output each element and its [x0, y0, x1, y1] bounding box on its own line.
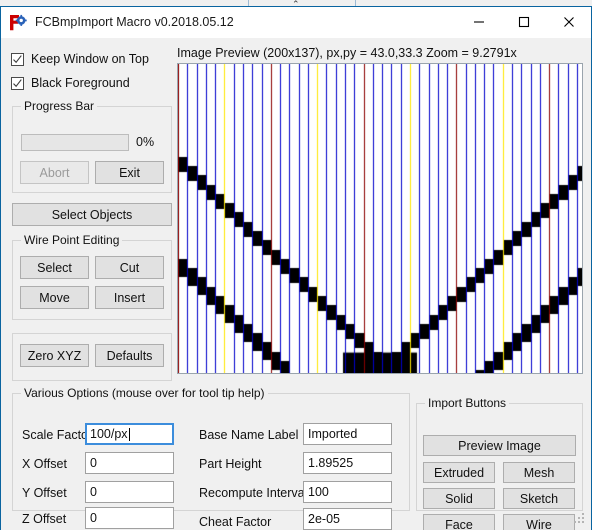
face-button[interactable]: Face [423, 514, 495, 530]
cheat-factor-value: 2e-05 [308, 512, 340, 526]
part-height-value: 1.89525 [308, 456, 354, 470]
recompute-interval-input[interactable]: 100 [303, 481, 392, 503]
wire-move-button[interactable]: Move [20, 286, 89, 309]
z-offset-input[interactable]: 0 [85, 507, 174, 529]
defaults-button[interactable]: Defaults [95, 344, 164, 367]
cheat-factor-input[interactable]: 2e-05 [303, 508, 392, 530]
caption-button-group [456, 7, 591, 37]
checkbox-label: Keep Window on Top [31, 52, 149, 66]
scale-factor-input[interactable]: 100/px [85, 423, 174, 445]
progress-group-title: Progress Bar [21, 99, 98, 113]
zero-xyz-button[interactable]: Zero XYZ [20, 344, 89, 367]
exit-button[interactable]: Exit [95, 161, 164, 184]
mesh-button[interactable]: Mesh [503, 462, 575, 483]
preview-image-button[interactable]: Preview Image [423, 435, 576, 456]
x-offset-value: 0 [90, 456, 97, 470]
label-x-offset: X Offset [22, 457, 67, 471]
close-button[interactable] [546, 7, 591, 37]
label-cheat-factor: Cheat Factor [199, 515, 272, 529]
label-recompute-interval: Recompute Interval [199, 486, 308, 500]
minimize-button[interactable] [456, 7, 501, 37]
select-objects-button[interactable]: Select Objects [12, 203, 172, 226]
image-preview-header: Image Preview (200x137), px,py = 43.0,33… [177, 46, 517, 60]
sketch-button[interactable]: Sketch [503, 488, 575, 509]
checkbox-black-foreground[interactable]: Black Foreground [11, 76, 130, 90]
app-window: FCBmpImport Macro v0.2018.05.12 Keep Win… [0, 6, 592, 530]
wire-select-button[interactable]: Select [20, 256, 89, 279]
extruded-button[interactable]: Extruded [423, 462, 495, 483]
label-scale-factor: Scale Factor [22, 428, 93, 442]
image-preview[interactable] [177, 63, 583, 374]
z-offset-value: 0 [90, 511, 97, 525]
base-name-input[interactable]: Imported [303, 423, 392, 445]
screen: ⌃ FCBmpImport Macro v0.2018.05.12 Keep W… [0, 0, 592, 530]
label-z-offset: Z Offset [22, 512, 67, 526]
part-height-input[interactable]: 1.89525 [303, 452, 392, 474]
progress-percent-label: 0% [136, 135, 155, 149]
client-area: Keep Window on Top Black Foreground Prog… [1, 37, 591, 530]
resize-grip-icon[interactable] [574, 513, 587, 526]
wire-cut-button[interactable]: Cut [95, 256, 164, 279]
text-caret [128, 427, 130, 441]
recompute-interval-value: 100 [308, 485, 329, 499]
label-part-height: Part Height [199, 457, 262, 471]
import-buttons-title: Import Buttons [425, 396, 510, 410]
label-base-name: Base Name Label [199, 428, 299, 442]
wire-point-editing-title: Wire Point Editing [21, 233, 123, 247]
wire-button[interactable]: Wire [503, 514, 575, 530]
freecad-icon [9, 13, 27, 31]
title-bar: FCBmpImport Macro v0.2018.05.12 [1, 7, 591, 37]
wire-insert-button[interactable]: Insert [95, 286, 164, 309]
x-offset-input[interactable]: 0 [85, 452, 174, 474]
checkbox-keep-window-on-top[interactable]: Keep Window on Top [11, 52, 149, 66]
maximize-button[interactable] [501, 7, 546, 37]
progress-bar [21, 134, 129, 151]
y-offset-input[interactable]: 0 [85, 481, 174, 503]
various-options-title: Various Options (mouse over for tool tip… [21, 386, 268, 400]
checkmark-icon [11, 52, 24, 66]
window-title: FCBmpImport Macro v0.2018.05.12 [35, 15, 234, 29]
y-offset-value: 0 [90, 485, 97, 499]
checkbox-label: Black Foreground [31, 76, 130, 90]
solid-button[interactable]: Solid [423, 488, 495, 509]
scale-factor-value: 100/px [90, 427, 128, 441]
base-name-value: Imported [308, 427, 358, 441]
label-y-offset: Y Offset [22, 486, 67, 500]
abort-button[interactable]: Abort [20, 161, 89, 184]
checkmark-icon [11, 76, 24, 90]
